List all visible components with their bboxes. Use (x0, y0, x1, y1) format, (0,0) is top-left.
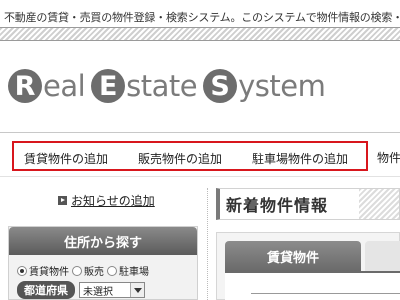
notice-add-link[interactable]: お知らせの追加 (71, 192, 155, 209)
prefecture-row: 都道府県 未選択 (17, 281, 145, 299)
prefecture-select[interactable]: 未選択 (79, 282, 145, 298)
nav-divider-top (0, 132, 400, 133)
nav-divider-bottom (0, 176, 400, 177)
radio-rental[interactable] (17, 265, 27, 276)
header-stripe (0, 27, 400, 41)
tab-content (225, 271, 400, 300)
radio-parking-label: 駐車場 (119, 267, 149, 278)
property-type-radios: 賃貸物件 販売 駐車場 (17, 263, 152, 278)
logo-word-estate: state (126, 68, 198, 103)
radio-rental-label: 賃貸物件 (29, 267, 69, 278)
logo-word-system: ystem (238, 68, 326, 103)
radio-parking[interactable] (107, 265, 117, 276)
notice-add[interactable]: お知らせの追加 (58, 192, 155, 209)
prefecture-select-value: 未選択 (83, 286, 113, 298)
logo-letter-r: R (8, 69, 42, 103)
main-nav-highlight: 賃貸物件の追加 販売物件の追加 駐車場物件の追加 (12, 141, 368, 171)
site-tagline: 不動産の賃貸・売買の物件登録・検索システム。このシステムで物件情報の検索・新 (4, 11, 400, 24)
radio-sale-label: 販売 (84, 267, 104, 278)
new-listings-heading: 新着物件情報 (216, 188, 400, 220)
chevron-down-icon[interactable] (130, 283, 144, 297)
address-search-title: 住所から探す (9, 227, 197, 255)
nav-add-sale[interactable]: 販売物件の追加 (138, 150, 222, 167)
logo-word-real: eal (43, 68, 86, 103)
column-divider (207, 188, 208, 300)
tab-content-line (251, 293, 400, 294)
heading-stripe (359, 189, 399, 219)
listing-tabs: 賃貸物件 (216, 232, 400, 300)
play-bullet-icon (58, 196, 67, 205)
address-search-panel: 住所から探す 賃貸物件 販売 駐車場 都道府県 未選択 (8, 226, 198, 300)
nav-add-rental[interactable]: 賃貸物件の追加 (24, 150, 108, 167)
new-listings-title: 新着物件情報 (226, 196, 329, 215)
prefecture-label: 都道府県 (17, 281, 75, 299)
nav-item-truncated[interactable]: 物件 (377, 149, 400, 166)
site-logo[interactable]: R eal E state S ystem (8, 64, 331, 108)
logo-letter-e: E (91, 69, 126, 103)
radio-sale[interactable] (72, 265, 82, 276)
logo-letter-s: S (203, 69, 238, 103)
tab-next[interactable] (365, 241, 400, 271)
tab-rental[interactable]: 賃貸物件 (225, 241, 361, 271)
nav-add-parking[interactable]: 駐車場物件の追加 (252, 150, 348, 167)
